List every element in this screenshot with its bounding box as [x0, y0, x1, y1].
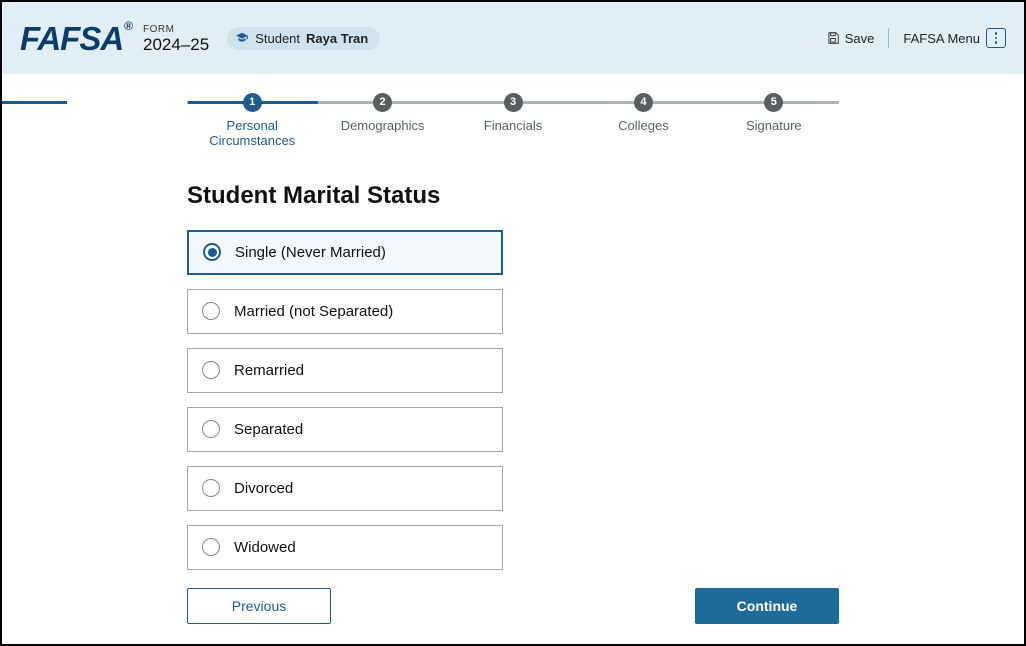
year-label: 2024–25 [143, 35, 209, 55]
step-label: Colleges [578, 118, 708, 133]
student-icon [235, 31, 249, 45]
kebab-icon [986, 28, 1006, 48]
header-divider [888, 28, 889, 48]
step-number: 2 [373, 93, 392, 112]
step-label: Financials [448, 118, 578, 133]
step-label: Personal Circumstances [187, 118, 317, 148]
header-right: Save FAFSA Menu [826, 28, 1006, 48]
step-label: Signature [709, 118, 839, 133]
option-divorced[interactable]: Divorced [187, 466, 503, 511]
step-label: Demographics [317, 118, 447, 133]
radio-icon [202, 302, 220, 320]
step-signature[interactable]: 5 Signature [709, 92, 839, 133]
radio-icon [202, 361, 220, 379]
student-chip[interactable]: Student Raya Tran [227, 27, 380, 50]
radio-icon [202, 420, 220, 438]
option-label: Widowed [234, 539, 296, 556]
save-label: Save [845, 31, 875, 46]
step-number: 4 [634, 93, 653, 112]
step-demographics[interactable]: 2 Demographics [317, 92, 447, 133]
page-title: Student Marital Status [187, 182, 1024, 210]
previous-button[interactable]: Previous [187, 588, 331, 624]
radio-icon [202, 479, 220, 497]
save-button[interactable]: Save [826, 31, 875, 46]
menu-label: FAFSA Menu [903, 31, 980, 46]
logo-registered: ® [124, 19, 132, 33]
logo-text: FAFSA [20, 20, 123, 57]
step-financials[interactable]: 3 Financials [448, 92, 578, 133]
student-prefix: Student [255, 31, 300, 46]
option-label: Married (not Separated) [234, 303, 393, 320]
app-header: FAFSA® FORM 2024–25 Student Raya Tran Sa… [2, 2, 1024, 74]
step-number: 5 [764, 93, 783, 112]
fafsa-menu-button[interactable]: FAFSA Menu [903, 28, 1006, 48]
stepper-line-active [2, 101, 67, 104]
option-single[interactable]: Single (Never Married) [187, 230, 503, 275]
option-remarried[interactable]: Remarried [187, 348, 503, 393]
marital-status-options: Single (Never Married) Married (not Sepa… [187, 230, 503, 570]
option-label: Separated [234, 421, 303, 438]
student-name: Raya Tran [306, 31, 368, 46]
fafsa-logo: FAFSA® [20, 22, 131, 55]
option-label: Single (Never Married) [235, 244, 386, 261]
previous-label: Previous [232, 598, 286, 614]
radio-icon [203, 243, 221, 261]
option-married[interactable]: Married (not Separated) [187, 289, 503, 334]
form-year-block: FORM 2024–25 [143, 24, 209, 55]
continue-button[interactable]: Continue [695, 588, 839, 624]
form-label: FORM [143, 24, 209, 35]
progress-stepper: 1 Personal Circumstances 2 Demographics … [2, 92, 1024, 148]
step-number: 3 [504, 93, 523, 112]
step-number: 1 [243, 93, 262, 112]
option-label: Remarried [234, 362, 304, 379]
radio-icon [202, 538, 220, 556]
option-widowed[interactable]: Widowed [187, 525, 503, 570]
step-colleges[interactable]: 4 Colleges [578, 92, 708, 133]
logo-wrap: FAFSA® FORM 2024–25 [20, 22, 209, 55]
footer-nav: Previous Continue [187, 588, 839, 624]
option-separated[interactable]: Separated [187, 407, 503, 452]
save-icon [826, 31, 840, 45]
option-label: Divorced [234, 480, 293, 497]
continue-label: Continue [737, 598, 798, 614]
